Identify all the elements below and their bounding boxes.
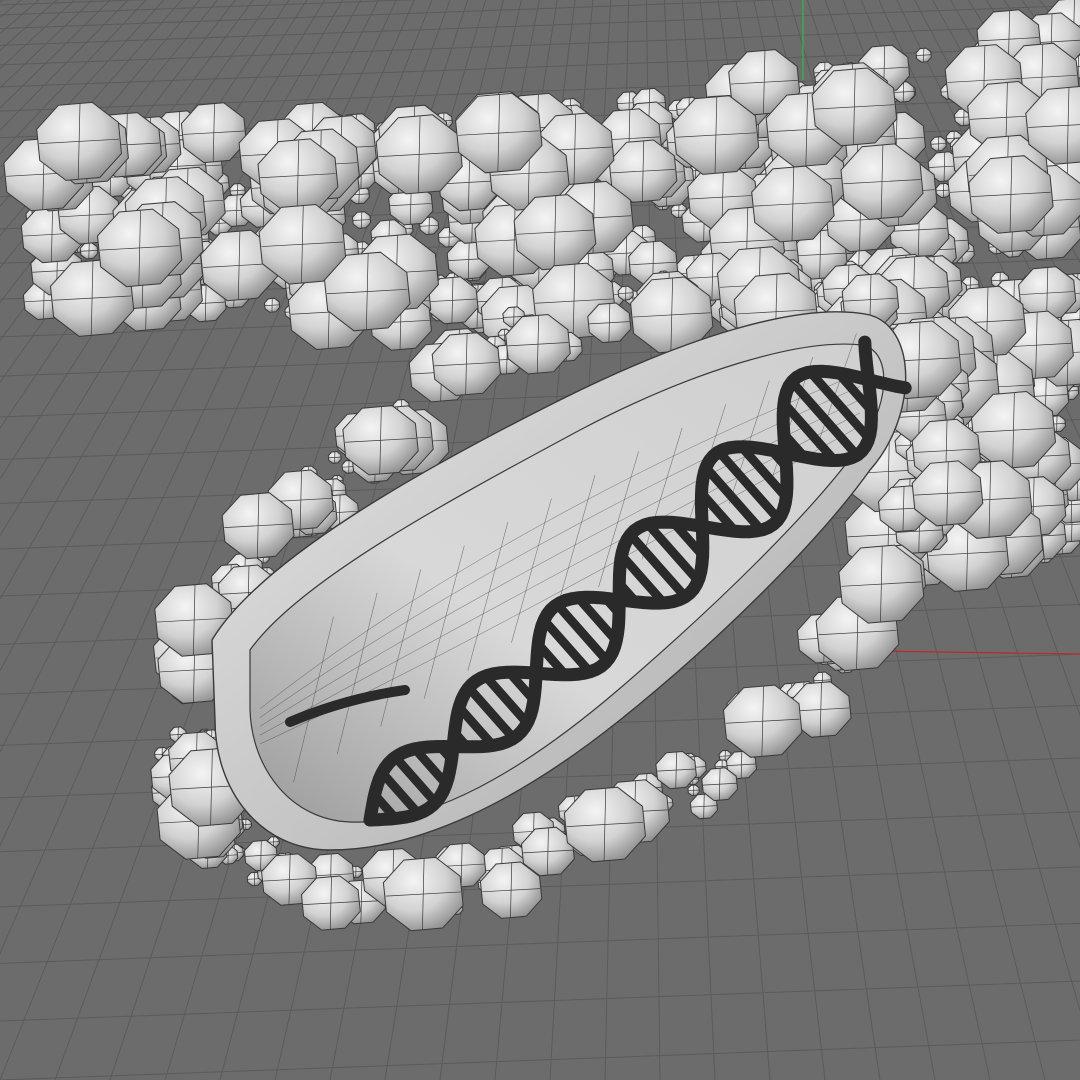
mesh-bubble <box>327 450 342 464</box>
dna-base-pair <box>697 519 709 532</box>
dna-base-pair <box>863 371 877 386</box>
mesh-bubble <box>587 302 632 344</box>
3d-viewport[interactable] <box>0 0 1080 1080</box>
mesh-bubble <box>687 784 700 797</box>
mesh-bubble <box>701 767 739 802</box>
dna-base-pair <box>531 667 542 678</box>
mesh-bubble <box>915 47 932 63</box>
mesh-bubble <box>79 242 99 260</box>
lower-mesh-lobe[interactable] <box>150 246 984 932</box>
viewport-canvas[interactable] <box>0 0 1080 1080</box>
mesh-bubble <box>351 211 372 229</box>
mesh-bubble <box>655 750 697 790</box>
mesh-bubble <box>617 285 634 301</box>
mesh-bubble <box>930 136 947 152</box>
mesh-bubble <box>263 297 281 313</box>
